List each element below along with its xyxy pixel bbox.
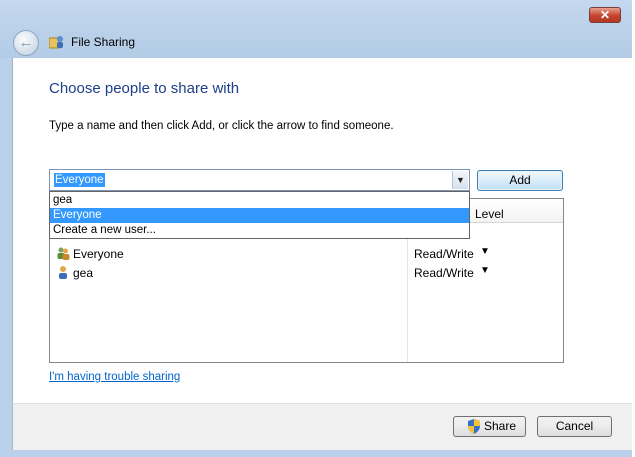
chevron-down-icon: ▼ (456, 175, 465, 185)
add-button[interactable]: Add (477, 170, 563, 191)
group-users-icon (57, 247, 70, 260)
combobox-input[interactable]: Everyone (54, 173, 105, 187)
column-header-label: Level (475, 207, 504, 221)
window-title: File Sharing (71, 35, 136, 49)
permission-level-dropdown[interactable]: Read/Write (414, 247, 474, 261)
dropdown-option-selected[interactable]: Everyone (50, 208, 469, 223)
combobox-dropdown-button[interactable]: ▼ (452, 171, 468, 189)
file-sharing-icon (49, 36, 63, 49)
dropdown-option[interactable]: Create a new user... (50, 223, 469, 238)
page-title: Choose people to share with (49, 80, 240, 97)
combobox-dropdown-list[interactable]: gea Everyone Create a new user... (49, 191, 470, 239)
dropdown-arrow-icon[interactable]: ▼ (480, 246, 490, 257)
list-item[interactable]: gea Read/Write ▼ (50, 264, 563, 283)
dropdown-option[interactable]: gea (50, 193, 469, 208)
trouble-sharing-link[interactable]: I'm having trouble sharing (49, 371, 180, 383)
close-button[interactable]: ✕ (589, 7, 621, 23)
permission-level-dropdown[interactable]: Read/Write (414, 266, 474, 280)
user-name-combobox[interactable]: Everyone ▼ (49, 169, 470, 191)
user-name: Everyone (73, 247, 124, 261)
cancel-button[interactable]: Cancel (537, 416, 612, 437)
back-button[interactable]: ← (13, 30, 39, 56)
share-button[interactable]: Share (453, 416, 526, 437)
uac-shield-icon (468, 419, 480, 434)
back-arrow-icon: ← (18, 34, 34, 51)
list-item[interactable]: Everyone Read/Write ▼ (50, 245, 563, 264)
instruction-text: Type a name and then click Add, or click… (49, 120, 394, 132)
user-name: gea (73, 266, 94, 280)
share-button-label: Share (484, 419, 517, 433)
dropdown-arrow-icon[interactable]: ▼ (480, 265, 490, 276)
title-bar (0, 0, 635, 58)
user-icon (59, 266, 67, 279)
